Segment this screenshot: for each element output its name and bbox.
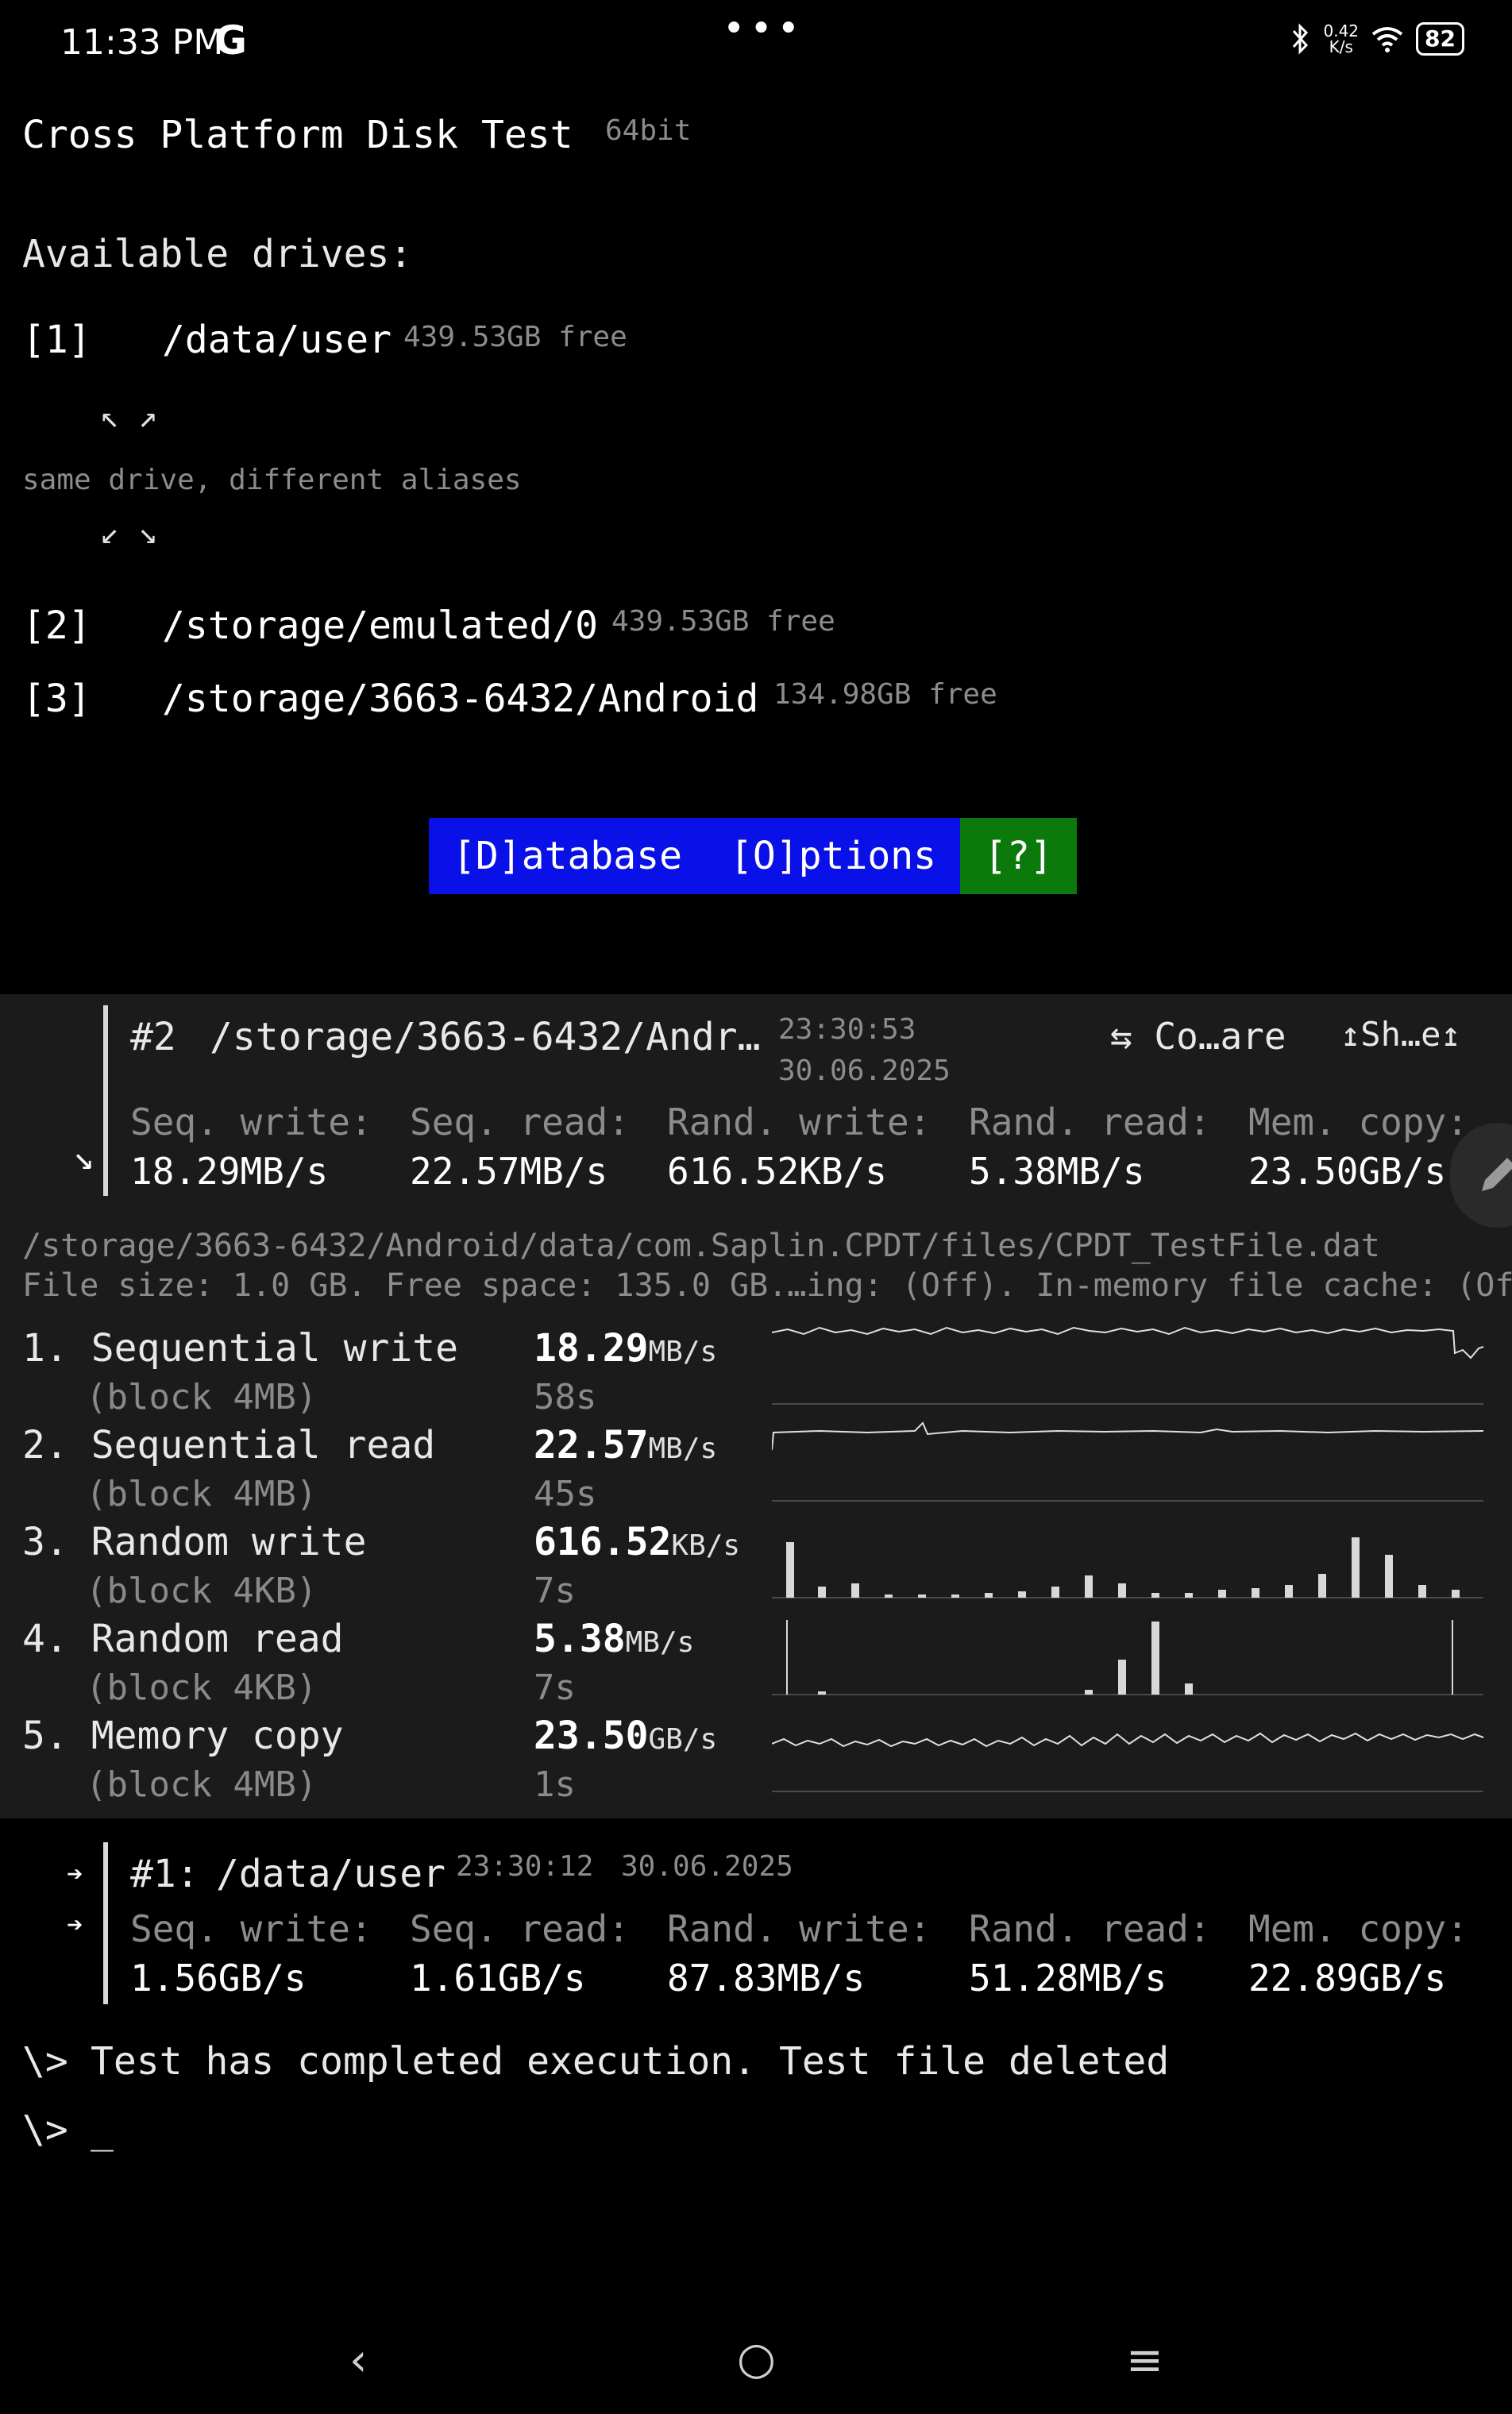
metric-value: 616.52KB/s: [667, 1150, 887, 1193]
drive-2-path[interactable]: /storage/emulated/0: [162, 604, 598, 648]
test-row-label: 1. Sequential write: [22, 1326, 459, 1371]
test-row-value: 5.38MB/s: [534, 1617, 695, 1661]
action-bar: [D]atabase [O]ptions [?]: [429, 818, 1077, 894]
drive-2-free: 439.53GB free: [611, 605, 835, 638]
result-2-time: 23:30:53: [778, 1013, 916, 1046]
drive-1-number[interactable]: [1]: [22, 318, 91, 362]
metric-value: 87.83MB/s: [667, 1957, 866, 1999]
drive-1-free: 439.53GB free: [403, 321, 627, 353]
home-icon[interactable]: ○: [737, 2333, 776, 2385]
rand-read-bars: [786, 1620, 1453, 1695]
console-prompt: \>: [22, 2039, 68, 2084]
share-button[interactable]: ↥Sh…e↥: [1340, 1015, 1461, 1054]
metric-value: 5.38MB/s: [969, 1150, 1145, 1193]
back-icon[interactable]: ‹: [349, 2335, 367, 2386]
test-row-label: 4. Random read: [22, 1617, 344, 1661]
help-button[interactable]: [?]: [960, 818, 1077, 894]
result-1-arrow-icon: ➔: [67, 1858, 83, 1890]
test-row-value: 22.57MB/s: [534, 1423, 718, 1467]
mem-copy-graph: [772, 1732, 1484, 1748]
metric-value: 1.56GB/s: [130, 1957, 307, 1999]
test-row-label: 3. Random write: [22, 1520, 367, 1564]
metric-value: 23.50GB/s: [1248, 1150, 1447, 1193]
metric-value: 22.57MB/s: [410, 1150, 608, 1193]
alias-note: same drive, different aliases: [22, 464, 522, 496]
test-row-value: 18.29MB/s: [534, 1326, 718, 1371]
test-row-block: (block 4KB): [86, 1668, 318, 1708]
alias-arrows-down: ↙ ↘: [100, 515, 158, 551]
result-1-id: #1:: [130, 1852, 199, 1896]
result-1-time: 23:30:12: [456, 1850, 594, 1883]
net-speed: 0.42 K/s: [1323, 21, 1360, 56]
drive-2-number[interactable]: [2]: [22, 604, 91, 648]
metric-label: Rand. write:: [667, 1101, 932, 1143]
metric-label: Seq. read:: [410, 1907, 630, 1950]
metric-label: Rand. read:: [969, 1101, 1211, 1143]
test-file-info: File size: 1.0 GB. Free space: 135.0 GB.…: [22, 1267, 1512, 1304]
metric-value: 18.29MB/s: [130, 1150, 329, 1193]
drive-3-free: 134.98GB free: [773, 678, 997, 711]
seq-read-graph: [772, 1421, 1484, 1451]
arch-label: 64bit: [605, 114, 692, 147]
result-1-arrow-icon: ➔: [67, 1909, 83, 1941]
alias-arrows-up: ↖ ↗: [100, 399, 158, 435]
test-row-label: 2. Sequential read: [22, 1423, 436, 1467]
metric-value: 22.89GB/s: [1248, 1957, 1447, 1999]
test-file-path: /storage/3663-6432/Android/data/com.Sapl…: [22, 1228, 1380, 1264]
collapse-icon[interactable]: ↘: [73, 1137, 94, 1178]
test-row-time: 1s: [534, 1764, 576, 1805]
drive-3-number[interactable]: [3]: [22, 677, 91, 721]
result-2-id: #2: [130, 1015, 176, 1059]
metric-label: Seq. write:: [130, 1101, 372, 1143]
drive-3-path[interactable]: /storage/3663-6432/Android: [162, 677, 758, 721]
compare-button[interactable]: ⇆ Co…are: [1110, 1015, 1286, 1058]
status-time: 11:33 PM: [60, 22, 224, 63]
metric-label: Seq. read:: [410, 1101, 630, 1143]
test-row-label: 5. Memory copy: [22, 1714, 344, 1758]
test-row-value: 23.50GB/s: [534, 1714, 718, 1758]
google-icon: G: [214, 17, 248, 64]
seq-write-graph: [772, 1326, 1484, 1359]
status-icons: 0.42 K/s 82: [1289, 21, 1464, 56]
options-button[interactable]: [O]ptions: [705, 818, 961, 894]
console-message: Test has completed execution. Test file …: [91, 2039, 1170, 2084]
result-1-path[interactable]: /data/user: [216, 1852, 446, 1896]
metric-label: Rand. write:: [667, 1907, 932, 1950]
metric-label: Mem. copy:: [1248, 1907, 1468, 1950]
test-row-time: 7s: [534, 1571, 576, 1611]
wifi-icon: [1371, 27, 1403, 52]
test-row-time: 7s: [534, 1668, 576, 1708]
database-button[interactable]: [D]atabase: [429, 818, 706, 894]
battery-icon: 82: [1416, 22, 1464, 56]
console-prompt: \>: [22, 2107, 68, 2152]
drives-heading: Available drives:: [22, 232, 413, 276]
console-cursor[interactable]: _: [91, 2107, 114, 2152]
result-2-indicator: [103, 1005, 108, 1196]
pencil-icon: [1482, 1158, 1512, 1191]
test-row-value: 616.52KB/s: [534, 1520, 741, 1564]
metric-label: Seq. write:: [130, 1907, 372, 1950]
result-1-date: 30.06.2025: [621, 1850, 793, 1883]
rand-write-bars: [786, 1537, 1460, 1598]
test-row-time: 58s: [534, 1377, 597, 1417]
test-row-block: (block 4MB): [86, 1474, 318, 1514]
metric-value: 1.61GB/s: [410, 1957, 586, 1999]
app-title: Cross Platform Disk Test: [22, 113, 573, 157]
test-row-block: (block 4KB): [86, 1571, 318, 1611]
throughput-graphs: [772, 1326, 1484, 1792]
drive-1-path[interactable]: /data/user: [162, 318, 392, 362]
test-row-block: (block 4MB): [86, 1764, 318, 1805]
metric-label: Mem. copy:: [1248, 1101, 1468, 1143]
result-1-indicator: [103, 1842, 108, 2004]
metric-label: Rand. read:: [969, 1907, 1211, 1950]
test-row-time: 45s: [534, 1474, 597, 1514]
metric-value: 51.28MB/s: [969, 1957, 1167, 1999]
more-dots-icon[interactable]: •••: [723, 6, 804, 51]
result-2-date: 30.06.2025: [778, 1055, 951, 1087]
bluetooth-icon: [1292, 23, 1308, 55]
recents-icon[interactable]: ≡: [1126, 2335, 1163, 2386]
test-row-block: (block 4MB): [86, 1377, 318, 1417]
result-2-path[interactable]: /storage/3663-6432/Andr…: [210, 1015, 761, 1059]
